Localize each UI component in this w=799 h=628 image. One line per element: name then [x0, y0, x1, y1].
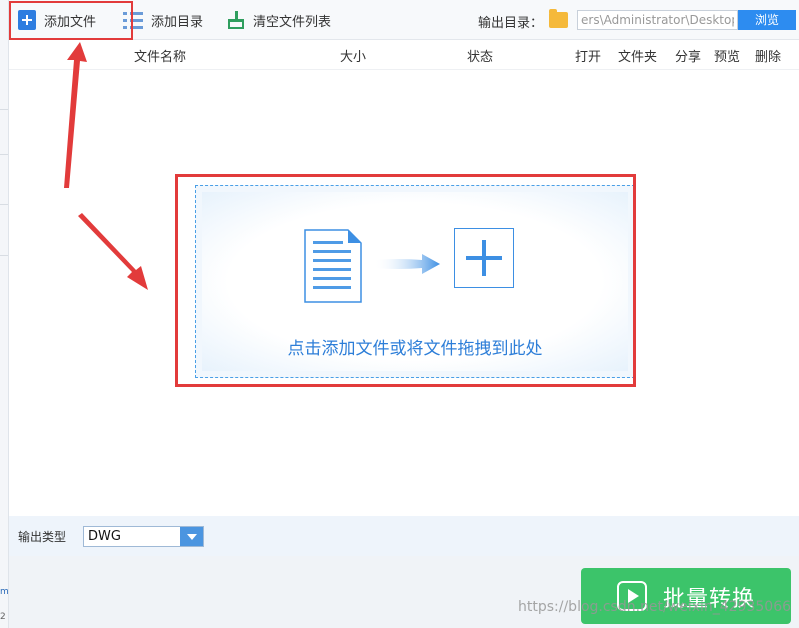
- divider: [0, 255, 8, 256]
- watermark: https://blog.csdn.net/weixin_42935066: [518, 599, 792, 615]
- file-list: 文件名称 大小 状态 打开 文件夹 分享 预览 删除 点击添加文件或将文件拖拽到…: [9, 40, 799, 516]
- output-directory-label: 输出目录：: [478, 16, 544, 31]
- column-status: 状态: [467, 50, 494, 65]
- add-directory-label: 添加目录: [151, 14, 204, 30]
- toolbar: 添加文件 添加目录 清空文件列表 输出目录： 浏览: [9, 0, 799, 40]
- broom-icon: [227, 11, 245, 29]
- divider: [0, 109, 8, 110]
- list-icon: [123, 11, 143, 29]
- column-share: 分享: [675, 50, 702, 65]
- batch-convert-button[interactable]: 批量转换: [581, 568, 791, 624]
- add-file-icon: [18, 10, 36, 30]
- clear-list-label: 清空文件列表: [253, 14, 332, 30]
- output-type-label: 输出类型: [18, 530, 67, 544]
- output-type-bar: 输出类型 DWG: [9, 516, 799, 556]
- file-drop-zone[interactable]: 点击添加文件或将文件拖拽到此处: [195, 185, 635, 378]
- output-type-select[interactable]: DWG: [83, 526, 204, 547]
- add-file-button[interactable]: 添加文件: [18, 8, 96, 32]
- column-open: 打开: [575, 50, 602, 65]
- drop-zone-inner: 点击添加文件或将文件拖拽到此处: [202, 192, 628, 371]
- app-window: m 2 添加文件 添加目录 清空文件列表 输出目录： 浏览 文件名: [0, 0, 799, 628]
- output-type-value: DWG: [88, 529, 121, 544]
- arrow-right-icon: [374, 254, 440, 274]
- column-folder: 文件夹: [618, 50, 658, 65]
- divider: [0, 154, 8, 155]
- folder-icon[interactable]: [549, 9, 568, 28]
- file-list-header: 文件名称 大小 状态 打开 文件夹 分享 预览 删除: [9, 40, 799, 70]
- column-preview: 预览: [714, 50, 741, 65]
- document-icon: [304, 229, 362, 303]
- left-text-fragment: 2: [0, 612, 6, 622]
- plus-icon: [454, 228, 514, 288]
- add-directory-button[interactable]: 添加目录: [123, 8, 203, 32]
- clear-list-button[interactable]: 清空文件列表: [227, 8, 331, 32]
- left-text-fragment: m: [0, 587, 9, 597]
- column-size: 大小: [340, 50, 367, 65]
- divider: [0, 204, 8, 205]
- left-panel-strip: m 2: [0, 0, 9, 628]
- output-directory-input[interactable]: [577, 10, 738, 30]
- browse-button[interactable]: 浏览: [738, 10, 796, 30]
- drop-zone-hint: 点击添加文件或将文件拖拽到此处: [287, 339, 543, 359]
- column-delete: 删除: [755, 50, 782, 65]
- add-file-label: 添加文件: [44, 14, 97, 30]
- chevron-down-icon[interactable]: [180, 527, 203, 546]
- column-filename: 文件名称: [134, 50, 187, 65]
- footer-bar: 批量转换 https://blog.csdn.net/weixin_429350…: [9, 556, 799, 628]
